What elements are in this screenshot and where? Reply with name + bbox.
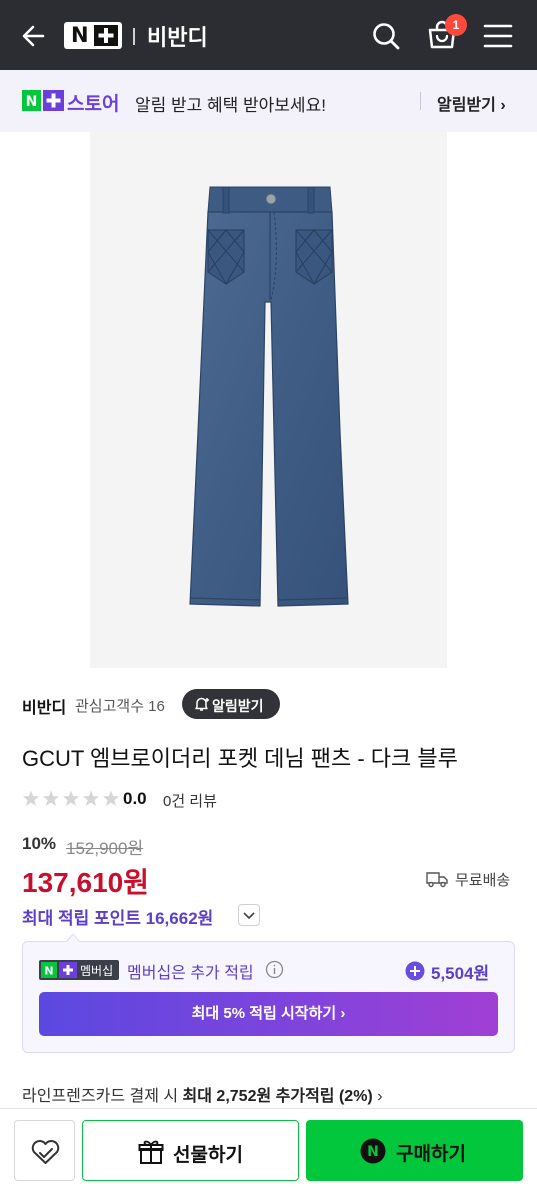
points-expand-button[interactable] bbox=[238, 904, 260, 926]
membership-start-button[interactable]: 최대 5% 적립 시작하기 › bbox=[39, 992, 498, 1036]
star-icon bbox=[102, 790, 120, 806]
naver-pay-icon: N bbox=[360, 1138, 386, 1164]
product-image[interactable] bbox=[90, 132, 447, 668]
notice-message: 알림 받고 혜택 받아보세요! bbox=[135, 96, 326, 115]
svg-text:N: N bbox=[26, 94, 38, 110]
store-alarm-button[interactable]: 알림받기 bbox=[182, 689, 280, 719]
svg-text:N: N bbox=[367, 1144, 379, 1160]
denim-pants-illustration bbox=[189, 186, 349, 607]
membership-amount: 5,504원 bbox=[431, 964, 490, 983]
bell-plus-icon bbox=[195, 697, 209, 711]
notice-store-label: 스토어 bbox=[67, 94, 120, 115]
star-icon bbox=[22, 790, 40, 806]
alarm-button-label: 알림받기 bbox=[212, 698, 264, 714]
membership-tag: N 멤버십 bbox=[39, 960, 119, 980]
panel-pointer bbox=[66, 934, 80, 942]
header-store-name[interactable]: 비반디 bbox=[147, 20, 208, 52]
interest-count: 관심고객수 16 bbox=[75, 698, 165, 715]
header-divider bbox=[133, 28, 135, 45]
notice-divider bbox=[420, 92, 421, 110]
shipping-info: 무료배송 bbox=[455, 872, 511, 889]
search-icon[interactable] bbox=[370, 20, 402, 52]
buy-button[interactable]: N 구매하기 bbox=[306, 1120, 523, 1181]
star-icon bbox=[82, 790, 100, 806]
naver-plus-small-icon: N bbox=[41, 962, 77, 978]
naver-plus-badge-icon: N bbox=[22, 90, 64, 111]
store-name-label[interactable]: 비반디 bbox=[22, 694, 66, 718]
membership-text: 멤버십은 추가 적립 bbox=[127, 965, 254, 982]
delivery-truck-icon bbox=[426, 872, 448, 888]
sale-price: 137,610원 bbox=[22, 867, 149, 898]
gift-button-label: 선물하기 bbox=[173, 1145, 243, 1166]
card-benefit-highlight: 최대 2,752원 추가적립 (2%) bbox=[182, 1088, 373, 1105]
plus-icon bbox=[94, 25, 118, 46]
review-count[interactable]: 0건 리뷰 bbox=[163, 790, 217, 811]
card-benefit[interactable]: 라인프렌즈카드 결제 시 최대 2,752원 추가적립 (2%) › bbox=[22, 1082, 383, 1106]
star-icon bbox=[42, 790, 60, 806]
product-title: GCUT 엠브로이더리 포켓 데님 팬츠 - 다크 블루 bbox=[22, 746, 458, 771]
cart-count-badge: 1 bbox=[445, 14, 467, 36]
gift-button[interactable]: 선물하기 bbox=[82, 1120, 299, 1181]
star-icon bbox=[62, 790, 80, 806]
discount-rate: 10% bbox=[22, 834, 57, 853]
card-benefit-prefix: 라인프렌즈카드 결제 시 bbox=[22, 1088, 183, 1105]
back-arrow-icon[interactable] bbox=[18, 20, 50, 52]
wishlist-button[interactable] bbox=[14, 1120, 75, 1181]
info-icon[interactable] bbox=[265, 960, 284, 979]
card-benefit-arrow: › bbox=[372, 1088, 383, 1105]
naver-plus-logo[interactable]: N bbox=[64, 22, 122, 49]
chevron-down-icon bbox=[243, 912, 255, 920]
max-points: 최대 적립 포인트 16,662원 bbox=[22, 909, 214, 928]
buy-button-label: 구매하기 bbox=[396, 1144, 466, 1165]
notice-subscribe-link[interactable]: 알림받기 › bbox=[437, 91, 506, 115]
svg-text:N: N bbox=[44, 965, 53, 978]
hamburger-menu-icon[interactable] bbox=[483, 22, 513, 50]
rating-score: 0.0 bbox=[123, 789, 147, 808]
gift-icon bbox=[138, 1140, 164, 1164]
membership-tag-label: 멤버십 bbox=[80, 964, 114, 978]
top-header: N 비반디 1 bbox=[0, 0, 537, 70]
logo-n-text: N bbox=[71, 23, 89, 47]
plus-circle-icon bbox=[405, 961, 425, 981]
rating-stars bbox=[22, 790, 120, 806]
heart-check-icon bbox=[31, 1140, 60, 1164]
original-price: 152,900원 bbox=[66, 839, 144, 858]
